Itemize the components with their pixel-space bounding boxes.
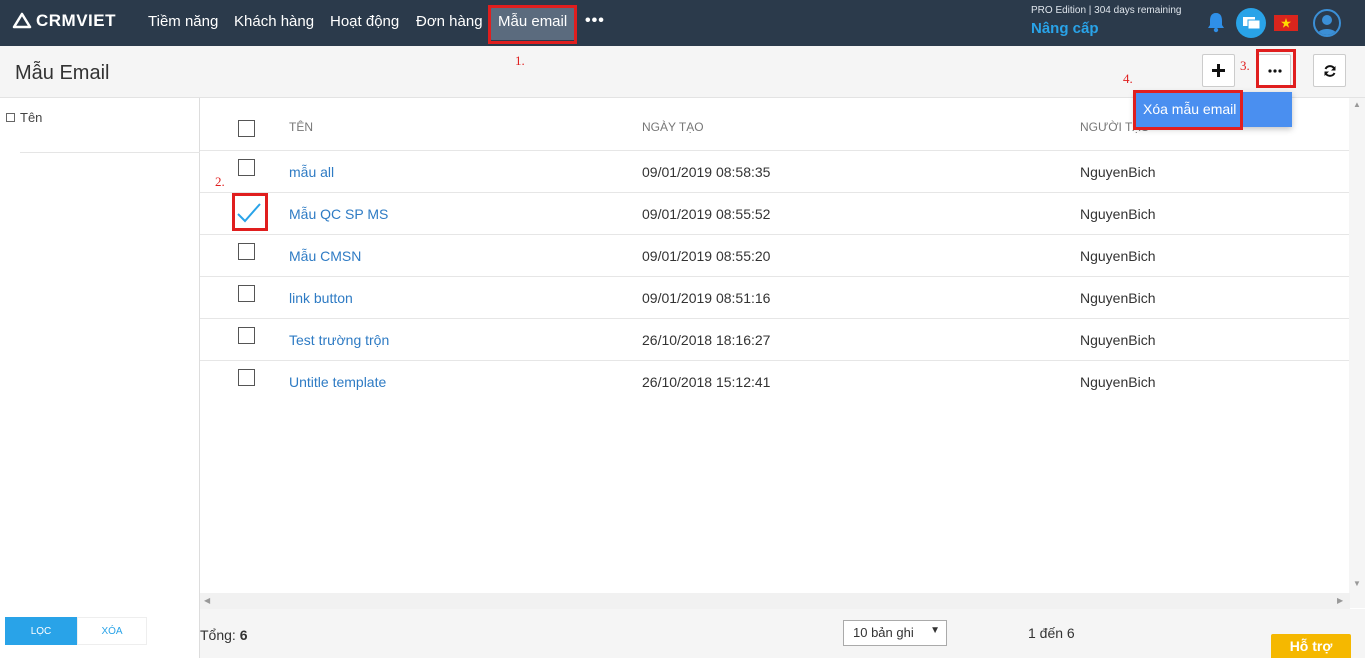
refresh-icon xyxy=(1324,64,1335,77)
pagination-range: 1 đến 6 xyxy=(1028,625,1075,641)
upgrade-link[interactable]: Nâng cấp xyxy=(1031,20,1099,37)
annotation-box-3 xyxy=(1256,49,1296,88)
table-row: link button 09/01/2019 08:51:16 NguyenBi… xyxy=(200,277,1350,319)
column-header-name[interactable]: TÊN xyxy=(289,120,313,134)
refresh-button[interactable] xyxy=(1313,54,1346,87)
select-all-checkbox[interactable] xyxy=(238,120,255,137)
template-name-link[interactable]: Untitle template xyxy=(289,374,386,390)
created-date: 09/01/2019 08:51:16 xyxy=(642,290,771,306)
column-header-created-date[interactable]: NGÀY TẠO xyxy=(642,120,704,134)
page-title: Mẫu Email xyxy=(15,62,110,84)
row-checkbox[interactable] xyxy=(238,159,255,176)
annotation-label-2: 2. xyxy=(215,174,225,189)
vertical-scrollbar[interactable]: ▲ ▼ xyxy=(1349,98,1365,608)
created-date: 26/10/2018 15:12:41 xyxy=(642,374,771,390)
created-date: 09/01/2019 08:55:20 xyxy=(642,248,771,264)
total-value: 6 xyxy=(239,627,248,643)
row-checkbox[interactable] xyxy=(238,285,255,302)
created-date: 09/01/2019 08:55:52 xyxy=(642,206,771,222)
created-date: 26/10/2018 18:16:27 xyxy=(642,332,771,348)
template-name-link[interactable]: Mẫu CMSN xyxy=(289,248,361,264)
add-button[interactable] xyxy=(1202,54,1235,87)
annotation-label-4: 4. xyxy=(1123,71,1133,86)
bell-icon[interactable] xyxy=(1206,11,1226,38)
support-button[interactable]: Hỗ trợ xyxy=(1271,634,1351,658)
annotation-box-1 xyxy=(488,5,577,44)
table-row: Test trường trộn 26/10/2018 18:16:27 Ngu… xyxy=(200,319,1350,361)
creator-name: NguyenBich xyxy=(1080,374,1156,390)
plus-icon xyxy=(1212,64,1225,77)
row-checkbox[interactable] xyxy=(238,369,255,386)
page-size-select[interactable]: 10 bản ghi ▼ xyxy=(843,620,947,646)
annotation-box-4 xyxy=(1133,90,1243,130)
user-avatar-icon[interactable] xyxy=(1313,9,1341,37)
creator-name: NguyenBich xyxy=(1080,332,1156,348)
creator-name: NguyenBich xyxy=(1080,206,1156,222)
annotation-label-1: 1. xyxy=(515,53,525,68)
vietnam-flag-icon[interactable] xyxy=(1274,15,1298,31)
table-row: Mẫu CMSN 09/01/2019 08:55:20 NguyenBich xyxy=(200,235,1350,277)
nav-item-leads[interactable]: Tiềm năng xyxy=(148,13,218,30)
row-checkbox[interactable] xyxy=(238,327,255,344)
apply-filter-button[interactable]: LỌC xyxy=(5,617,77,645)
email-template-table: TÊN NGÀY TẠO NGƯỜI TẠO mẫu all 09/01/201… xyxy=(200,98,1365,608)
total-label: Tổng: xyxy=(200,627,236,643)
creator-name: NguyenBich xyxy=(1080,290,1156,306)
clear-filter-button[interactable]: XÓA xyxy=(77,617,147,645)
table-row: Mẫu QC SP MS 09/01/2019 08:55:52 NguyenB… xyxy=(200,193,1350,235)
table-row: Untitle template 26/10/2018 15:12:41 Ngu… xyxy=(200,361,1350,403)
nav-more-button[interactable]: ••• xyxy=(585,12,605,30)
template-name-link[interactable]: link button xyxy=(289,290,353,306)
table-footer: Tổng: 6 10 bản ghi ▼ 1 đến 6 Hỗ trợ xyxy=(200,609,1365,658)
nav-item-orders[interactable]: Đơn hàng xyxy=(416,13,483,30)
chevron-down-icon: ▼ xyxy=(930,625,940,636)
row-checkbox[interactable] xyxy=(238,243,255,260)
crmviet-logo[interactable]: CRMVIET xyxy=(12,11,116,31)
template-name-link[interactable]: mẫu all xyxy=(289,164,334,180)
logo-icon xyxy=(12,12,32,29)
total-count: Tổng: 6 xyxy=(200,627,248,643)
filter-panel: Tên LỌC XÓA xyxy=(0,98,200,658)
logo-text: CRMVIET xyxy=(36,11,116,30)
scroll-down-icon[interactable]: ▼ xyxy=(1353,579,1361,588)
filter-divider xyxy=(20,152,200,153)
nav-item-activities[interactable]: Hoạt động xyxy=(330,13,399,30)
page-size-value: 10 bản ghi xyxy=(853,625,914,640)
edition-info: PRO Edition | 304 days remaining xyxy=(1031,5,1182,16)
annotation-label-3: 3. xyxy=(1240,58,1250,73)
table-row: mẫu all 09/01/2019 08:58:35 NguyenBich xyxy=(200,151,1350,193)
nav-item-customers[interactable]: Khách hàng xyxy=(234,13,314,30)
created-date: 09/01/2019 08:58:35 xyxy=(642,164,771,180)
template-name-link[interactable]: Test trường trộn xyxy=(289,332,389,348)
filter-checkbox[interactable] xyxy=(6,113,15,122)
creator-name: NguyenBich xyxy=(1080,164,1156,180)
horizontal-scrollbar[interactable]: ◀ ▶ xyxy=(200,593,1350,609)
top-navbar: CRMVIET Tiềm năng Khách hàng Hoạt động Đ… xyxy=(0,0,1365,46)
filter-name-label: Tên xyxy=(20,110,43,125)
creator-name: NguyenBich xyxy=(1080,248,1156,264)
scroll-up-icon[interactable]: ▲ xyxy=(1353,100,1361,109)
scroll-right-icon[interactable]: ▶ xyxy=(1337,596,1343,605)
filter-name-option[interactable]: Tên xyxy=(6,110,42,125)
scroll-left-icon[interactable]: ◀ xyxy=(204,596,210,605)
chat-icon[interactable] xyxy=(1236,8,1266,38)
template-name-link[interactable]: Mẫu QC SP MS xyxy=(289,206,388,222)
annotation-box-2 xyxy=(232,193,268,231)
